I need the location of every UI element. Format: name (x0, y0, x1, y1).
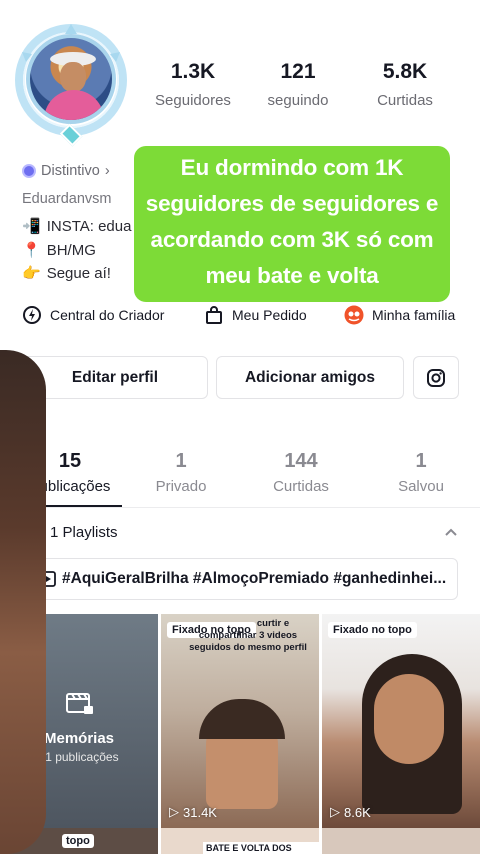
badge-link[interactable]: Distintivo › (22, 163, 110, 179)
bio-line: 👉 Segue aí! (22, 264, 111, 283)
stat-likes-label: Curtidas (377, 92, 433, 109)
pointing-icon: 👉 (22, 265, 41, 282)
badge-label: Distintivo (41, 163, 100, 179)
thumbnail-caption: curtir e compartilhar 3 videos seguidos … (183, 618, 313, 654)
quick-action-label: Central do Criador (50, 307, 165, 323)
creator-center-icon (23, 306, 41, 324)
quick-action-orders[interactable]: Meu Pedido (204, 305, 307, 325)
add-friends-button[interactable]: Adicionar amigos (216, 356, 404, 399)
quick-action-label: Meu Pedido (232, 307, 307, 323)
stat-followers-value: 1.3K (170, 60, 216, 83)
chevron-up-icon[interactable] (444, 525, 458, 539)
overlay-caption: Eu dormindo com 1K seguidores de seguido… (134, 146, 450, 302)
stat-following-value: 121 (280, 60, 316, 83)
view-count: ▷ 31.4K (169, 804, 217, 820)
tab-label: Privado (155, 478, 207, 495)
playlists-header[interactable]: 1 Playlists (50, 524, 118, 541)
video-thumbnail[interactable]: BATE E VOLTA DOS MEUS (161, 828, 319, 854)
memories-icon (66, 693, 93, 714)
stat-following[interactable]: 121 seguindo (243, 60, 353, 109)
pin-icon: 📍 (22, 242, 41, 259)
bio-line: 📲 INSTA: edua (22, 217, 132, 236)
stat-following-label: seguindo (267, 92, 329, 109)
tab-divider (0, 507, 480, 508)
video-thumbnail[interactable]: Fixado no topo ▷ 8.6K (322, 614, 480, 828)
chevron-right-icon: › (104, 163, 110, 179)
tab-label: Salvou (398, 478, 444, 495)
thumbnail-person (374, 674, 444, 764)
thumbnail-hair (199, 699, 285, 739)
stat-followers-label: Seguidores (155, 92, 231, 109)
play-icon: ▷ (330, 804, 340, 819)
bio-line: 📍 BH/MG (22, 241, 96, 260)
tab-count: 1 (175, 450, 187, 472)
bio-text: INSTA: edua (46, 217, 132, 235)
username: Eduardanvsm (22, 191, 112, 207)
video-thumbnail[interactable] (322, 828, 480, 854)
stat-likes-value: 5.8K (382, 60, 428, 83)
stat-followers[interactable]: 1.3K Seguidores (138, 60, 248, 109)
view-count: ▷ 8.6K (330, 804, 371, 820)
pinned-label: Fixado no topo (328, 622, 417, 638)
quick-action-family[interactable]: Minha família (344, 305, 455, 325)
bag-icon (206, 306, 222, 324)
family-icon (344, 305, 364, 325)
badge-icon (22, 164, 36, 178)
phone-icon: 📲 (22, 218, 41, 235)
instagram-icon (427, 368, 445, 387)
stat-likes[interactable]: 5.8K Curtidas (350, 60, 460, 109)
instagram-button[interactable] (413, 356, 459, 399)
thumbnail-caption: BATE E VOLTA DOS MEUS (203, 842, 319, 854)
pinned-label: topo (62, 834, 94, 848)
bio-text: BH/MG (46, 241, 96, 259)
tab-likes[interactable]: 144 Curtidas (231, 450, 371, 495)
view-count-value: 8.6K (344, 804, 371, 820)
playlist-title: #AquiGeralBrilha #AlmoçoPremiado #ganhed… (62, 570, 447, 587)
avatar[interactable] (26, 34, 116, 124)
tab-saved[interactable]: 1 Salvou (351, 450, 480, 495)
caption-line: seguidos do mesmo perfil (189, 642, 307, 653)
tab-private[interactable]: 1 Privado (111, 450, 251, 495)
quick-action-label: Minha família (372, 307, 456, 323)
tab-count: 144 (284, 450, 318, 472)
view-count-value: 31.4K (183, 804, 217, 820)
quick-action-creator-center[interactable]: Central do Criador (22, 305, 164, 325)
video-thumbnail[interactable]: Fixado no topo curtir e compartilhar 3 v… (161, 614, 319, 828)
tab-label: Curtidas (273, 478, 329, 495)
bio-text: Segue aí! (46, 264, 111, 282)
reaction-video-overlay (0, 350, 46, 854)
caption-line: curtir e (256, 618, 290, 629)
play-icon: ▷ (169, 804, 179, 819)
edit-profile-button[interactable]: Editar perfil (22, 356, 208, 399)
caption-line: compartilhar 3 videos (198, 630, 298, 641)
tab-count: 1 (415, 450, 427, 472)
